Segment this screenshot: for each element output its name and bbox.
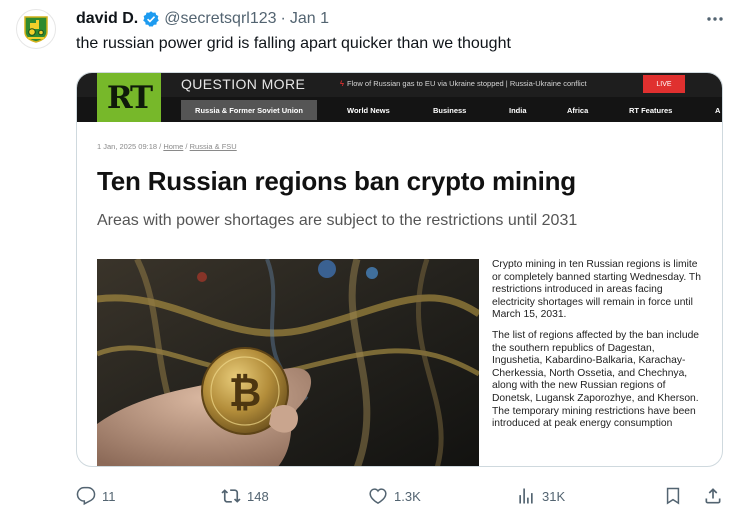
reply-icon (76, 486, 96, 506)
rt-nav-item-rt-features: RT Features (629, 106, 673, 115)
article-line: The temporary mining restrictions have b… (492, 405, 696, 417)
tweet-date[interactable]: Jan 1 (290, 10, 329, 28)
heart-icon (369, 488, 387, 505)
lightning-icon: ϟ (340, 79, 344, 88)
article-line: The list of regions affected by the ban … (492, 329, 700, 341)
tractor-logo (24, 16, 48, 43)
article-line: the southern republics of Dagestan, (492, 342, 655, 354)
rt-nav-item-business: Business (433, 106, 467, 115)
rt-tagline: QUESTION MORE (181, 76, 306, 92)
bookmark-button[interactable] (663, 484, 683, 508)
rt-crumb-home: Home (163, 142, 184, 151)
views-count: 31K (542, 488, 566, 504)
article-line: restrictions introduced in areas facing (492, 284, 663, 296)
article-line: or completely banned starting Wednesday.… (492, 271, 701, 283)
bitcoin-photo: ₿ (97, 259, 479, 466)
views-button[interactable]: 31K (516, 484, 565, 508)
media-screenshot[interactable]: RT QUESTION MORE ϟ Flow of Russian gas to… (76, 72, 723, 467)
rt-crumb-section: Russia & FSU (189, 142, 237, 151)
avatar[interactable] (16, 9, 56, 49)
article-line: electricity shortages will remain in for… (492, 296, 693, 308)
reply-button[interactable]: 11 (76, 484, 116, 508)
repost-button[interactable]: 148 (221, 484, 269, 508)
display-name[interactable]: david D. (76, 10, 138, 28)
article-line: March 15, 2031. (492, 309, 567, 321)
rt-nav-item-a: A (715, 106, 721, 115)
more-icon[interactable] (705, 12, 725, 26)
like-count: 1.3K (394, 488, 421, 504)
share-button[interactable] (703, 484, 723, 508)
rt-breadcrumb: 1 Jan, 2025 09:18 / Home / Russia & FSU (97, 142, 237, 151)
handle[interactable]: @secretsqrl123 (164, 10, 276, 28)
tweet-header: david D. @secretsqrl123 · Jan 1 (76, 8, 731, 30)
rt-article-body: Crypto mining in ten Russian regions is … (492, 259, 722, 431)
bookmark-icon (666, 487, 680, 505)
rt-logo: RT (97, 73, 161, 122)
rt-headline: Ten Russian regions ban crypto mining (97, 166, 576, 196)
separator-dot: · (280, 10, 286, 27)
rt-nav-bar (77, 97, 722, 122)
rt-nav-item-russia: Russia & Former Soviet Union (181, 100, 317, 120)
rt-subheadline: Areas with power shortages are subject t… (97, 212, 578, 229)
article-line: Cherkessia, North Ossetia, and Chechnya, (492, 367, 688, 379)
like-button[interactable]: 1.3K (368, 484, 421, 508)
views-icon (519, 488, 533, 504)
tweet-text: the russian power grid is falling apart … (76, 35, 511, 52)
rt-logo-text: RT (106, 79, 153, 116)
article-line: introduced at peak energy consumption (492, 418, 673, 430)
svg-text:₿: ₿ (229, 370, 262, 416)
rt-nav-item-world-news: World News (347, 106, 390, 115)
rt-nav-item-india: India (509, 106, 527, 115)
article-line: Donetsk, Lugansk Zaporozhye, and Kherson… (492, 392, 699, 404)
reply-count: 11 (102, 488, 116, 504)
action-bar: 11 148 1.3K 31K (76, 484, 729, 508)
rt-ticker-text: Flow of Russian gas to EU via Ukraine st… (346, 79, 587, 88)
rt-article-date: 1 Jan, 2025 09:18 (97, 142, 158, 151)
share-icon (705, 488, 721, 504)
verified-badge-icon (143, 11, 160, 27)
article-line: Crypto mining in ten Russian regions is … (492, 259, 698, 270)
rt-nav-item-africa: Africa (567, 106, 589, 115)
repost-icon (221, 489, 241, 503)
repost-count: 148 (247, 488, 269, 504)
article-line: along with the new Russian regions of (492, 380, 666, 392)
article-line: Ingushetia, Kabardino-Balkaria, Karachay… (492, 355, 686, 367)
rt-live-badge: LIVE (643, 75, 685, 93)
rt-ticker: ϟ Flow of Russian gas to EU via Ukraine s… (340, 79, 587, 88)
